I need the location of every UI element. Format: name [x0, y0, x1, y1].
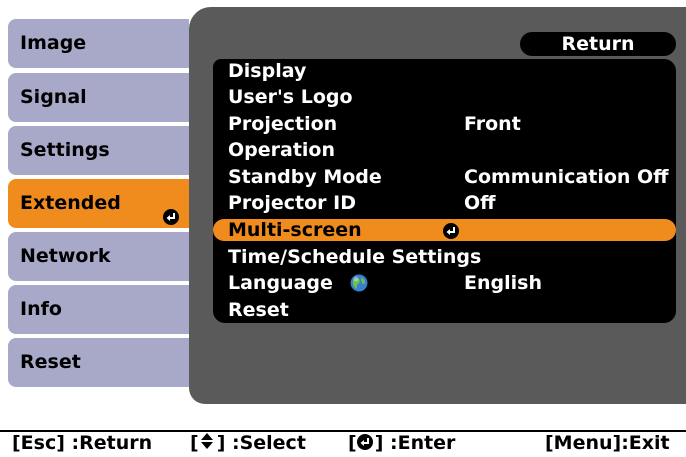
- sidebar-item-info[interactable]: Info: [8, 285, 189, 334]
- sidebar-item-settings[interactable]: Settings: [8, 126, 189, 175]
- enter-icon: [356, 431, 375, 457]
- menu-item-value: Off: [464, 192, 496, 214]
- return-button[interactable]: Return: [520, 32, 676, 56]
- menu-item-label: User's Logo: [228, 86, 353, 108]
- menu-item-users-logo[interactable]: User's Logo: [213, 86, 676, 108]
- return-button-label: Return: [561, 33, 635, 55]
- footer-hint-bar: [Esc] :Return [ ] :Select [ ] :Enter [Me…: [0, 430, 686, 456]
- menu-item-value: English: [464, 272, 542, 294]
- sidebar-item-label: Image: [20, 32, 87, 54]
- menu-item-multi-screen[interactable]: Multi-screen: [213, 219, 676, 241]
- menu-item-label: Display: [228, 60, 307, 82]
- esc-hint: [Esc] :Return: [12, 432, 153, 454]
- menu-item-value: Communication Off: [464, 166, 669, 188]
- menu-item-projection[interactable]: Projection Front: [213, 113, 676, 135]
- up-down-arrow-icon: [199, 431, 217, 457]
- sidebar-item-label: Signal: [20, 86, 87, 108]
- menu-item-display[interactable]: Display: [213, 60, 676, 82]
- sidebar-item-image[interactable]: Image: [8, 19, 189, 68]
- select-hint: [ ] :Select: [190, 430, 306, 457]
- menu-item-label: Projector ID: [228, 192, 356, 214]
- sidebar-item-label: Extended: [20, 192, 121, 214]
- enter-icon: [443, 222, 459, 239]
- sidebar-item-network[interactable]: Network: [8, 232, 189, 281]
- menu-item-language[interactable]: Language English: [213, 272, 676, 294]
- menu-item-label: Standby Mode: [228, 166, 382, 188]
- menu-item-label: Language: [228, 272, 333, 294]
- sidebar-item-label: Network: [20, 245, 111, 267]
- menu-item-operation[interactable]: Operation: [213, 139, 676, 161]
- menu-item-time-schedule-settings[interactable]: Time/Schedule Settings: [213, 246, 676, 268]
- menu-exit-hint: [Menu]:Exit: [545, 432, 670, 454]
- menu-item-standby-mode[interactable]: Standby Mode Communication Off: [213, 166, 676, 188]
- menu-item-projector-id[interactable]: Projector ID Off: [213, 192, 676, 214]
- sidebar-item-label: Reset: [20, 351, 81, 373]
- menu-item-label: Multi-screen: [228, 219, 362, 241]
- sidebar-item-label: Settings: [20, 139, 110, 161]
- menu-item-label: Time/Schedule Settings: [228, 246, 482, 268]
- menu-item-reset[interactable]: Reset: [213, 299, 676, 321]
- enter-hint: [ ] :Enter: [348, 430, 455, 457]
- sidebar-item-signal[interactable]: Signal: [8, 73, 189, 122]
- sidebar-item-extended[interactable]: Extended: [8, 179, 189, 228]
- menu-item-label: Reset: [228, 299, 289, 321]
- select-hint-prefix: [: [190, 432, 199, 454]
- menu-item-label: Projection: [228, 113, 338, 135]
- sidebar-item-reset[interactable]: Reset: [8, 338, 189, 387]
- enter-hint-suffix: ] :Enter: [374, 432, 456, 454]
- select-hint-suffix: ] :Select: [216, 432, 306, 454]
- menu-item-value: Front: [464, 113, 521, 135]
- enter-icon: [163, 195, 179, 225]
- sidebar-item-label: Info: [20, 298, 62, 320]
- enter-hint-prefix: [: [348, 432, 357, 454]
- menu-item-label: Operation: [228, 139, 336, 161]
- globe-icon: [350, 274, 368, 292]
